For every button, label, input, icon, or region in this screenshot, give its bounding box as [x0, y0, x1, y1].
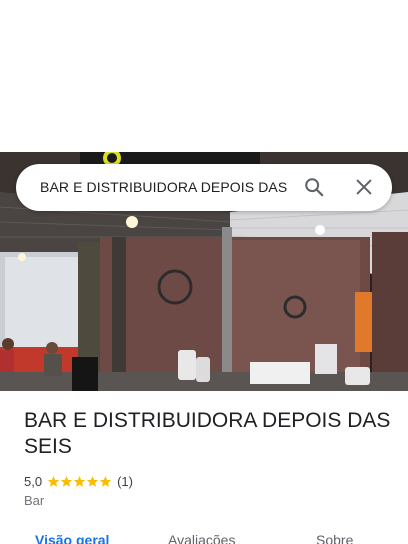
search-input[interactable]: BAR E DISTRIBUIDORA DEPOIS DAS	[40, 178, 290, 196]
star-icon	[60, 475, 73, 487]
star-icon	[47, 475, 60, 487]
search-icon[interactable]	[303, 176, 325, 198]
place-title: BAR E DISTRIBUIDORA DEPOIS DAS SEIS	[24, 409, 391, 458]
tab-overview[interactable]: Visão geral	[35, 532, 109, 544]
place-category[interactable]: Bar	[24, 493, 44, 508]
place-tabs: Visão geral Avaliações Sobre	[0, 530, 408, 544]
reviews-count[interactable]: (1)	[117, 474, 133, 489]
close-icon[interactable]	[353, 176, 375, 198]
star-icon	[73, 475, 86, 487]
search-bar[interactable]: BAR E DISTRIBUIDORA DEPOIS DAS	[16, 164, 392, 211]
star-icon	[86, 475, 99, 487]
star-rating	[47, 475, 112, 488]
rating-row[interactable]: 5,0 (1)	[24, 472, 133, 490]
tab-about[interactable]: Sobre	[316, 532, 353, 544]
star-icon	[99, 475, 112, 487]
tab-reviews[interactable]: Avaliações	[168, 532, 235, 544]
rating-value: 5,0	[24, 473, 43, 489]
